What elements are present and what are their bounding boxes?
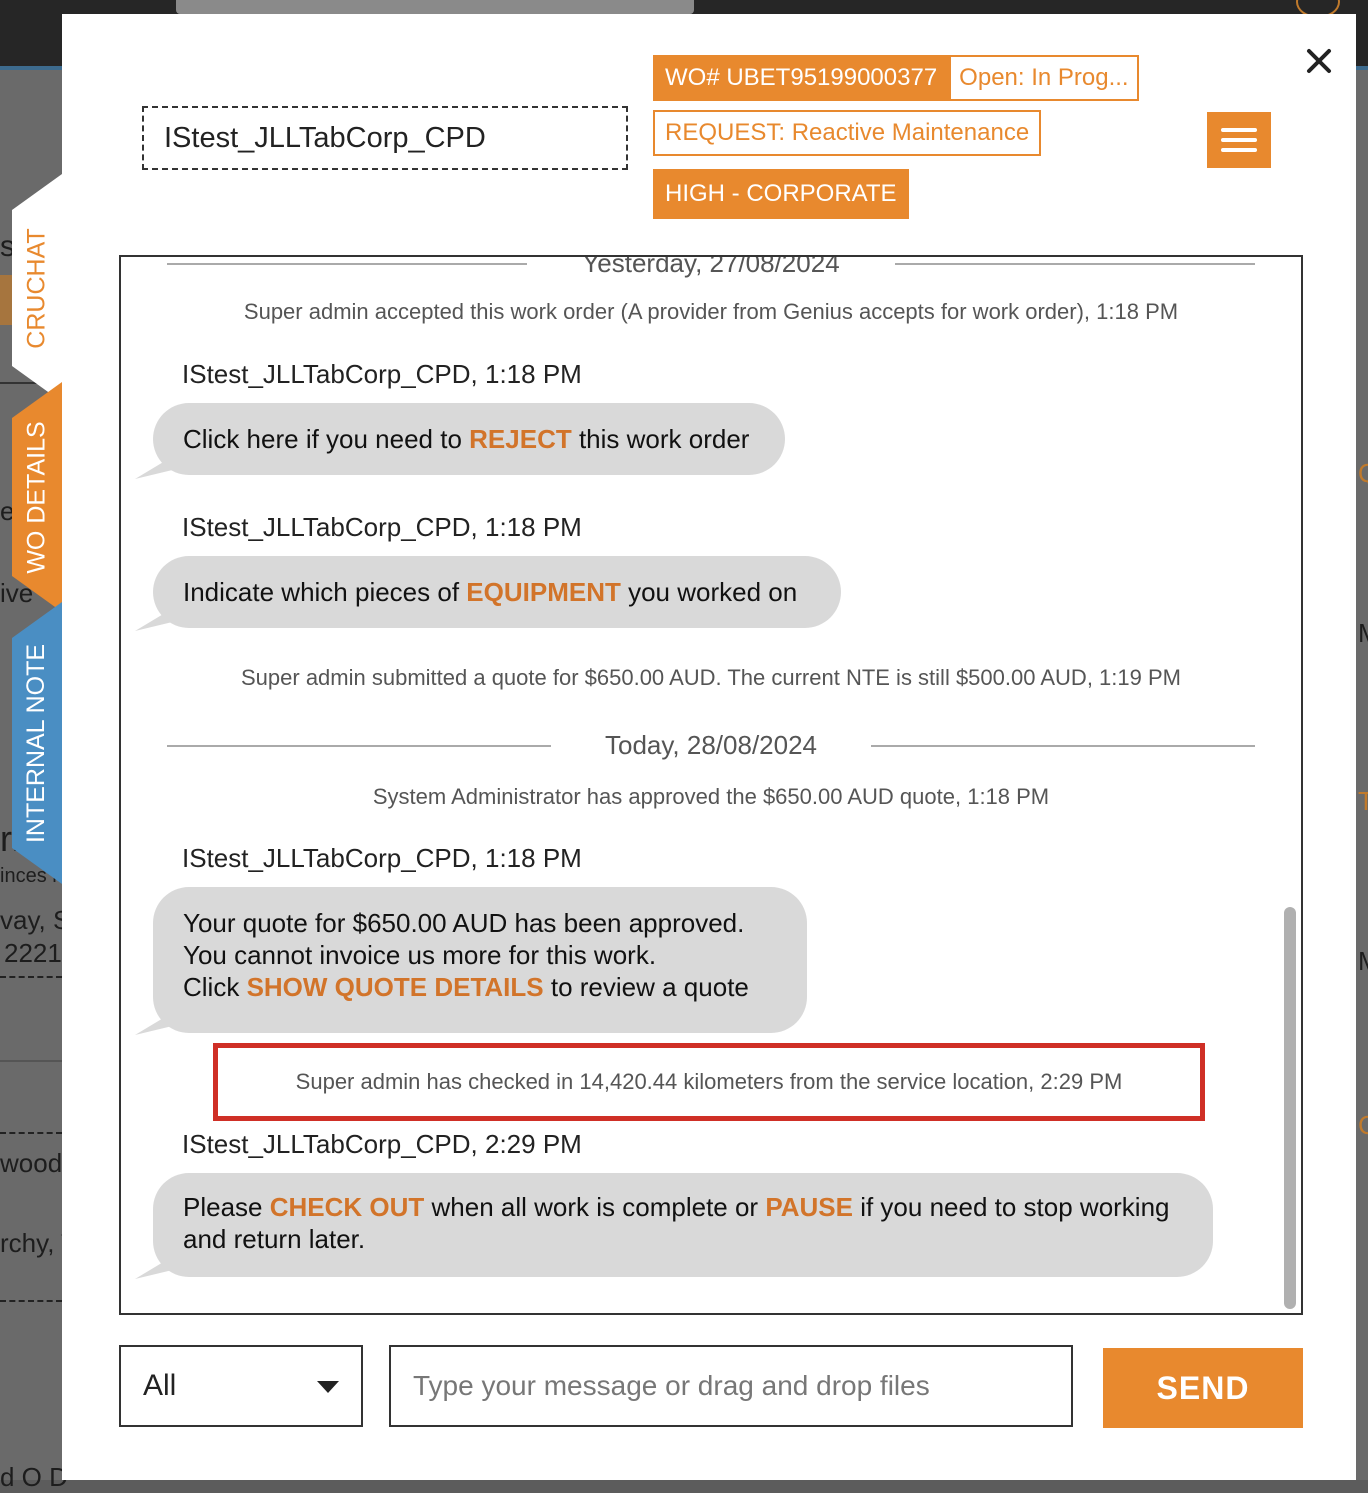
date-separator-label: Today, 28/08/2024: [604, 730, 818, 760]
tab-cruchat[interactable]: CRUCHAT: [12, 174, 62, 402]
hamburger-menu-icon: [1221, 128, 1257, 132]
date-separator: Today, 28/08/2024: [167, 725, 1255, 765]
show-quote-details-link[interactable]: SHOW QUOTE DETAILS: [247, 972, 544, 1002]
bg-fragment: 2221: [4, 938, 62, 968]
bubble-text: Your quote for $650.00 AUD has been appr…: [183, 908, 745, 938]
bg-fragment: Q: [1358, 458, 1368, 489]
reject-link[interactable]: REJECT: [469, 424, 572, 454]
send-button[interactable]: SEND: [1103, 1348, 1303, 1428]
hamburger-menu-icon: [1221, 148, 1257, 152]
bubble-text: when all work is complete or: [424, 1192, 766, 1222]
bubble-text: Please: [183, 1192, 270, 1222]
hamburger-menu-icon: [1221, 138, 1257, 142]
bubble-text: Indicate which pieces of: [183, 577, 467, 607]
background-search-bar: [176, 0, 694, 14]
message-sender: IStest_JLLTabCorp_CPD, 1:18 PM: [182, 359, 582, 389]
bg-divider: [0, 1060, 62, 1062]
bubble-text: Click: [183, 972, 247, 1002]
tab-wo-details[interactable]: WO DETAILS: [12, 382, 62, 612]
request-type-badge: REQUEST: Reactive Maintenance: [653, 110, 1042, 156]
chat-bubble: Indicate which pieces of EQUIPMENT you w…: [153, 556, 841, 628]
bg-fragment: wood: [0, 1148, 63, 1178]
bg-fragment: C: [1358, 1110, 1368, 1140]
bubble-text: to review a quote: [543, 972, 749, 1002]
chat-bubble: Please CHECK OUT when all work is comple…: [153, 1173, 1213, 1277]
recipient-filter-select[interactable]: All: [119, 1345, 363, 1427]
chat-bubble: Your quote for $650.00 AUD has been appr…: [153, 887, 807, 1033]
bg-fragment: T: [1358, 786, 1368, 816]
close-button[interactable]: [1302, 44, 1336, 78]
bg-divider: [0, 976, 62, 978]
date-separator-label: Yesterday, 27/08/2024: [582, 255, 840, 278]
message-sender: IStest_JLLTabCorp_CPD, 1:18 PM: [182, 512, 582, 542]
tab-internal-note[interactable]: INTERNAL NOTE: [12, 602, 62, 884]
menu-button[interactable]: [1207, 112, 1271, 168]
wo-status-badge: Open: In Prog...: [949, 55, 1139, 101]
wo-number: WO# UBET95199000377: [653, 55, 950, 101]
equipment-link[interactable]: EQUIPMENT: [466, 577, 621, 607]
bubble-tail: [135, 455, 175, 479]
bubble-text: You cannot invoice us more for this work…: [183, 940, 657, 970]
chevron-down-icon: [317, 1381, 339, 1393]
chat-scrollbar[interactable]: [1284, 907, 1296, 1309]
message-input[interactable]: [389, 1345, 1073, 1427]
recipient-filter-value: All: [143, 1369, 177, 1402]
bg-fragment: M: [1358, 946, 1368, 977]
chat-bubble: Click here if you need to REJECT this wo…: [153, 403, 785, 475]
bg-divider: [0, 1132, 62, 1134]
system-message: Super admin has checked in 14,420.44 kil…: [295, 1069, 1123, 1094]
system-message: Super admin submitted a quote for $650.0…: [241, 665, 1181, 690]
work-order-chat-modal: CRUCHAT WO DETAILS INTERNAL NOTE IStest_…: [62, 14, 1356, 1480]
tab-cruchat-label: CRUCHAT: [22, 227, 51, 349]
wo-number-badge: WO# UBET95199000377 Open: In Prog...: [653, 55, 1139, 101]
bubble-text: this work order: [571, 424, 750, 454]
close-icon: [1307, 49, 1331, 73]
bubble-text: you worked on: [620, 577, 798, 607]
date-separator: Yesterday, 27/08/2024: [167, 255, 1255, 283]
message-sender: IStest_JLLTabCorp_CPD, 2:29 PM: [182, 1129, 582, 1159]
tab-internal-note-label: INTERNAL NOTE: [22, 643, 51, 843]
check-out-link[interactable]: CHECK OUT: [270, 1192, 425, 1222]
chat-log[interactable]: Yesterday, 27/08/2024 Super admin accept…: [119, 255, 1303, 1315]
system-message: Super admin accepted this work order (A …: [243, 299, 1179, 324]
message-sender: IStest_JLLTabCorp_CPD, 1:18 PM: [182, 843, 582, 873]
bg-fragment: M: [1358, 618, 1368, 649]
bg-fragment: d O D: [0, 1462, 68, 1492]
bg-divider: [0, 1300, 62, 1302]
tab-wo-details-label: WO DETAILS: [22, 420, 51, 574]
work-order-title: IStest_JLLTabCorp_CPD: [142, 106, 628, 170]
checkin-system-message-highlight: Super admin has checked in 14,420.44 kil…: [213, 1043, 1205, 1121]
system-message: System Administrator has approved the $6…: [372, 784, 1050, 809]
priority-badge: HIGH - CORPORATE: [653, 169, 909, 219]
bubble-text: Click here if you need to: [183, 424, 470, 454]
pause-link[interactable]: PAUSE: [765, 1192, 853, 1222]
